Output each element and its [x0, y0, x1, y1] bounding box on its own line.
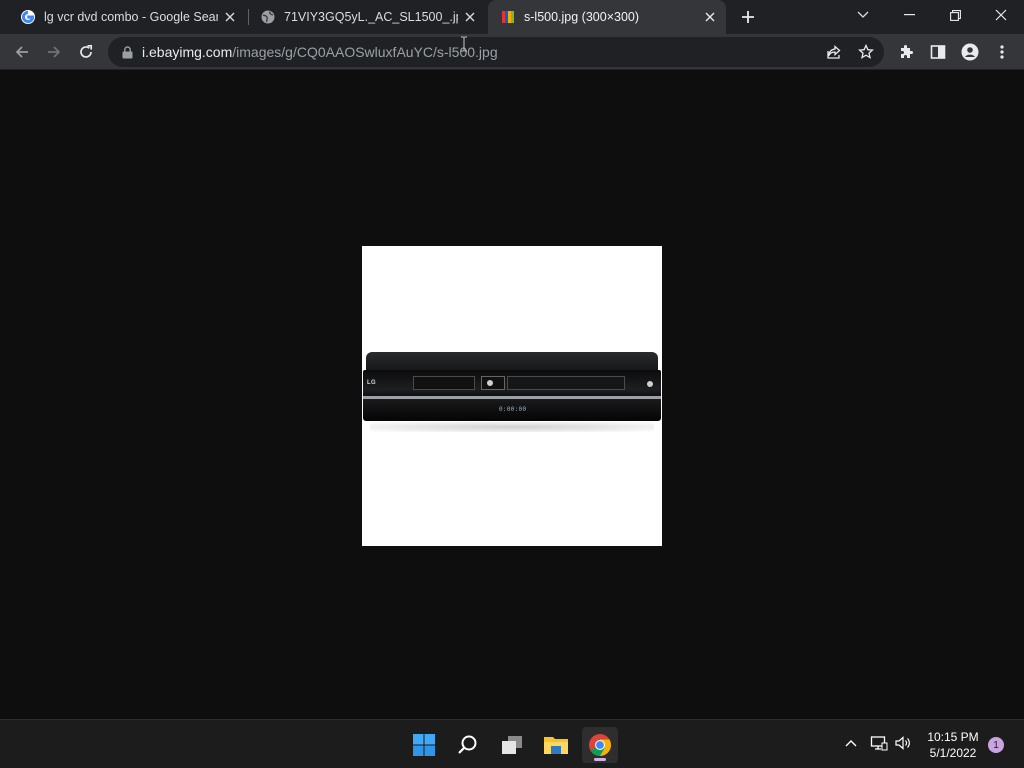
- close-icon[interactable]: [702, 9, 718, 25]
- power-button-icon: [647, 381, 653, 387]
- device-front-panel: LG: [363, 370, 661, 398]
- url-host: i.ebayimg.com: [142, 44, 233, 60]
- clock-time: 10:15 PM: [927, 730, 979, 744]
- arrow-right-icon: [48, 46, 61, 58]
- kebab-menu-icon: [1000, 45, 1004, 59]
- ebay-image-icon: [500, 9, 516, 25]
- bookmark-star-icon[interactable]: [854, 40, 878, 64]
- speaker-icon: [895, 736, 910, 750]
- side-panel-icon: [930, 45, 946, 59]
- eject-area: [481, 376, 505, 390]
- tab-google-search[interactable]: lg vcr dvd combo - Google Search: [8, 0, 246, 34]
- url-path: /images/g/CQ0AAOSwluxfAuYC/s-l500.jpg: [232, 44, 498, 60]
- minimize-button[interactable]: [886, 0, 932, 30]
- globe-icon: [260, 9, 276, 25]
- profile-button[interactable]: [956, 38, 984, 66]
- puzzle-icon: [901, 45, 913, 58]
- reload-icon: [80, 44, 93, 58]
- extensions-button[interactable]: [892, 38, 920, 66]
- close-icon[interactable]: [222, 9, 238, 25]
- file-explorer-button[interactable]: [538, 727, 574, 763]
- arrow-left-icon: [15, 46, 28, 58]
- close-icon: [995, 9, 1007, 21]
- side-panel-button[interactable]: [924, 38, 952, 66]
- eject-button-icon: [487, 380, 493, 386]
- restore-button[interactable]: [932, 0, 978, 30]
- chrome-icon: [589, 734, 611, 756]
- restore-icon: [949, 9, 961, 21]
- plus-icon: [742, 11, 754, 23]
- search-button[interactable]: [450, 727, 486, 763]
- chrome-taskbar-button[interactable]: [582, 727, 618, 763]
- device-lower-panel: 0:00:00: [363, 399, 661, 421]
- start-button[interactable]: [406, 727, 442, 763]
- browser-toolbar: i.ebayimg.com/images/g/CQ0AAOSwluxfAuYC/…: [0, 34, 1024, 70]
- windows-taskbar: 10:15 PM 5/1/2022 1: [0, 719, 1024, 768]
- notification-badge[interactable]: 1: [988, 737, 1004, 753]
- tab-ebay-image[interactable]: s-l500.jpg (300×300): [488, 0, 726, 34]
- folder-icon: [544, 737, 568, 754]
- tab-title: 71VIY3GQ5yL._AC_SL1500_.jpg (1500×1500): [284, 10, 458, 24]
- address-bar[interactable]: i.ebayimg.com/images/g/CQ0AAOSwluxfAuYC/…: [108, 37, 884, 67]
- text-cursor-icon: [461, 36, 467, 52]
- new-tab-button[interactable]: [736, 6, 760, 28]
- windows-logo-icon: [413, 734, 435, 756]
- share-icon[interactable]: [822, 40, 846, 64]
- vcr-door: [507, 376, 625, 390]
- product-image[interactable]: LG 0:00:00: [362, 246, 662, 546]
- show-hidden-icons-button[interactable]: [840, 732, 862, 754]
- lock-icon[interactable]: [120, 45, 134, 59]
- tab-title: s-l500.jpg (300×300): [524, 10, 640, 24]
- page-viewport: LG 0:00:00: [0, 71, 1024, 719]
- chevron-down-icon: [857, 11, 869, 18]
- task-view-icon: [502, 736, 522, 754]
- tab-title: lg vcr dvd combo - Google Search: [44, 10, 218, 24]
- reload-button[interactable]: [72, 38, 100, 66]
- tab-strip: lg vcr dvd combo - Google Search 71VIY3G…: [0, 0, 1024, 34]
- clock-date: 5/1/2022: [929, 746, 977, 760]
- network-button[interactable]: [868, 732, 890, 754]
- menu-button[interactable]: [988, 38, 1016, 66]
- chevron-up-icon: [845, 740, 857, 747]
- minimize-icon: [903, 14, 915, 16]
- search-icon: [458, 735, 477, 754]
- device-brand-label: LG: [367, 380, 376, 386]
- taskbar-clock[interactable]: 10:15 PM 5/1/2022: [918, 729, 988, 761]
- active-app-indicator: [594, 758, 606, 761]
- google-g-icon: [20, 9, 36, 25]
- device-display: 0:00:00: [499, 406, 527, 413]
- device-shadow: [370, 422, 654, 432]
- volume-button[interactable]: [892, 732, 914, 754]
- device-top-panel: [366, 352, 658, 372]
- dvd-tray: [413, 376, 475, 390]
- tab-amazon-image[interactable]: 71VIY3GQ5yL._AC_SL1500_.jpg (1500×1500): [248, 0, 486, 34]
- person-icon: [961, 43, 979, 61]
- close-window-button[interactable]: [978, 0, 1024, 30]
- forward-button[interactable]: [40, 38, 68, 66]
- url-text[interactable]: i.ebayimg.com/images/g/CQ0AAOSwluxfAuYC/…: [142, 44, 498, 60]
- close-icon[interactable]: [462, 9, 478, 25]
- task-view-button[interactable]: [494, 727, 530, 763]
- back-button[interactable]: [8, 38, 36, 66]
- tab-search-button[interactable]: [840, 0, 886, 30]
- network-icon: [870, 736, 888, 751]
